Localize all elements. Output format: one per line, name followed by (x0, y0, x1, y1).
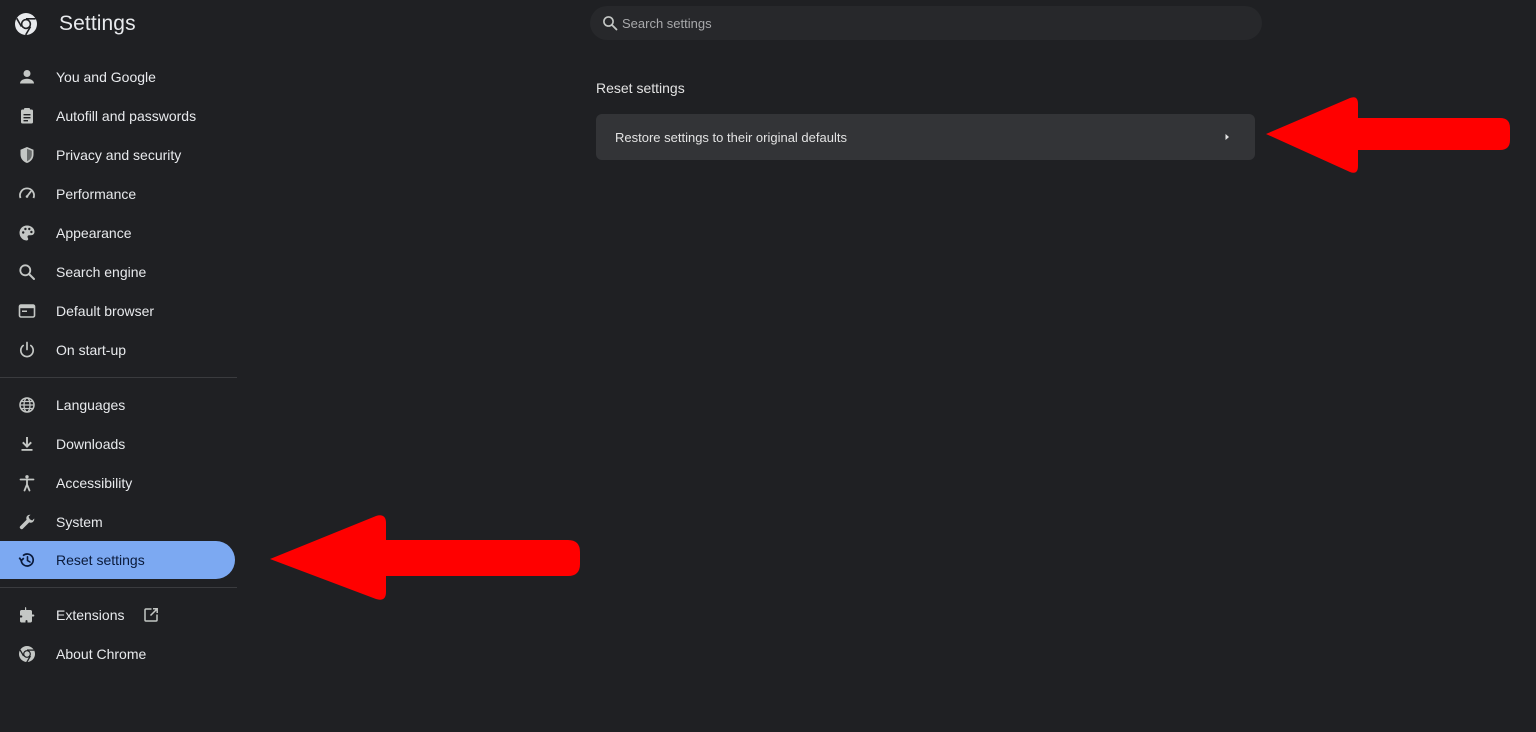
sidebar-divider (0, 587, 237, 588)
sidebar-item-label: Accessibility (56, 475, 133, 491)
sidebar-item-autofill[interactable]: Autofill and passwords (0, 97, 235, 135)
sidebar-item-you-and-google[interactable]: You and Google (0, 58, 235, 96)
sidebar-item-languages[interactable]: Languages (0, 386, 235, 424)
chevron-right-icon (1225, 134, 1229, 140)
annotation-arrow-reset (270, 515, 580, 600)
sidebar-item-accessibility[interactable]: Accessibility (0, 464, 235, 502)
settings-page: Settings You and Google Autofill and pas… (0, 0, 1536, 732)
browser-window-icon (17, 301, 37, 321)
sidebar-item-default-browser[interactable]: Default browser (0, 292, 235, 330)
sidebar-item-label: About Chrome (56, 646, 147, 662)
sidebar-item-label: Reset settings (56, 552, 145, 568)
sidebar-item-search-engine[interactable]: Search engine (0, 253, 235, 291)
section-title: Reset settings (596, 80, 685, 96)
sidebar-item-label: Languages (56, 397, 126, 413)
sidebar-item-about-chrome[interactable]: About Chrome (0, 635, 235, 673)
open-in-new-icon (144, 608, 158, 622)
sidebar-item-label: Downloads (56, 436, 126, 452)
restore-defaults-label: Restore settings to their original defau… (615, 129, 847, 145)
sidebar-item-downloads[interactable]: Downloads (0, 425, 235, 463)
chrome-logo-icon (15, 13, 37, 36)
sidebar-item-extensions[interactable]: Extensions (0, 596, 235, 634)
sidebar-item-label: Extensions (56, 607, 125, 623)
search-icon (17, 262, 37, 282)
sidebar-item-label: You and Google (56, 69, 156, 85)
annotation-arrow-restore (1266, 97, 1510, 173)
palette-icon (17, 223, 37, 243)
sidebar-item-system[interactable]: System (0, 503, 235, 541)
sidebar-item-label: Appearance (56, 225, 132, 241)
search-input[interactable] (622, 6, 1222, 40)
download-icon (17, 434, 37, 454)
globe-icon (17, 395, 37, 415)
sidebar-item-label: Default browser (56, 303, 155, 319)
shield-icon (17, 145, 37, 165)
speedometer-icon (17, 184, 37, 204)
sidebar-divider (0, 377, 237, 378)
sidebar-item-performance[interactable]: Performance (0, 175, 235, 213)
sidebar-item-label: Performance (56, 186, 137, 202)
header: Settings (14, 10, 136, 38)
accessibility-icon (17, 473, 37, 493)
sidebar-item-reset-settings[interactable]: Reset settings (0, 541, 235, 579)
clipboard-icon (17, 106, 37, 126)
sidebar-item-appearance[interactable]: Appearance (0, 214, 235, 252)
wrench-icon (17, 512, 37, 532)
search-icon (603, 16, 618, 31)
history-icon (17, 550, 37, 570)
sidebar-item-label: Search engine (56, 264, 147, 280)
chrome-logo-icon (17, 644, 37, 664)
restore-defaults-row[interactable]: Restore settings to their original defau… (596, 114, 1255, 160)
sidebar-item-label: Autofill and passwords (56, 108, 197, 124)
sidebar-item-label: On start-up (56, 342, 127, 358)
sidebar-item-label: Privacy and security (56, 147, 182, 163)
puzzle-icon (17, 605, 37, 625)
sidebar-item-privacy[interactable]: Privacy and security (0, 136, 235, 174)
power-icon (17, 340, 37, 360)
page-title: Settings (59, 12, 136, 35)
sidebar-item-label: System (56, 514, 103, 530)
sidebar-item-on-startup[interactable]: On start-up (0, 331, 235, 369)
person-icon (17, 67, 37, 87)
search-bar[interactable] (590, 6, 1262, 40)
